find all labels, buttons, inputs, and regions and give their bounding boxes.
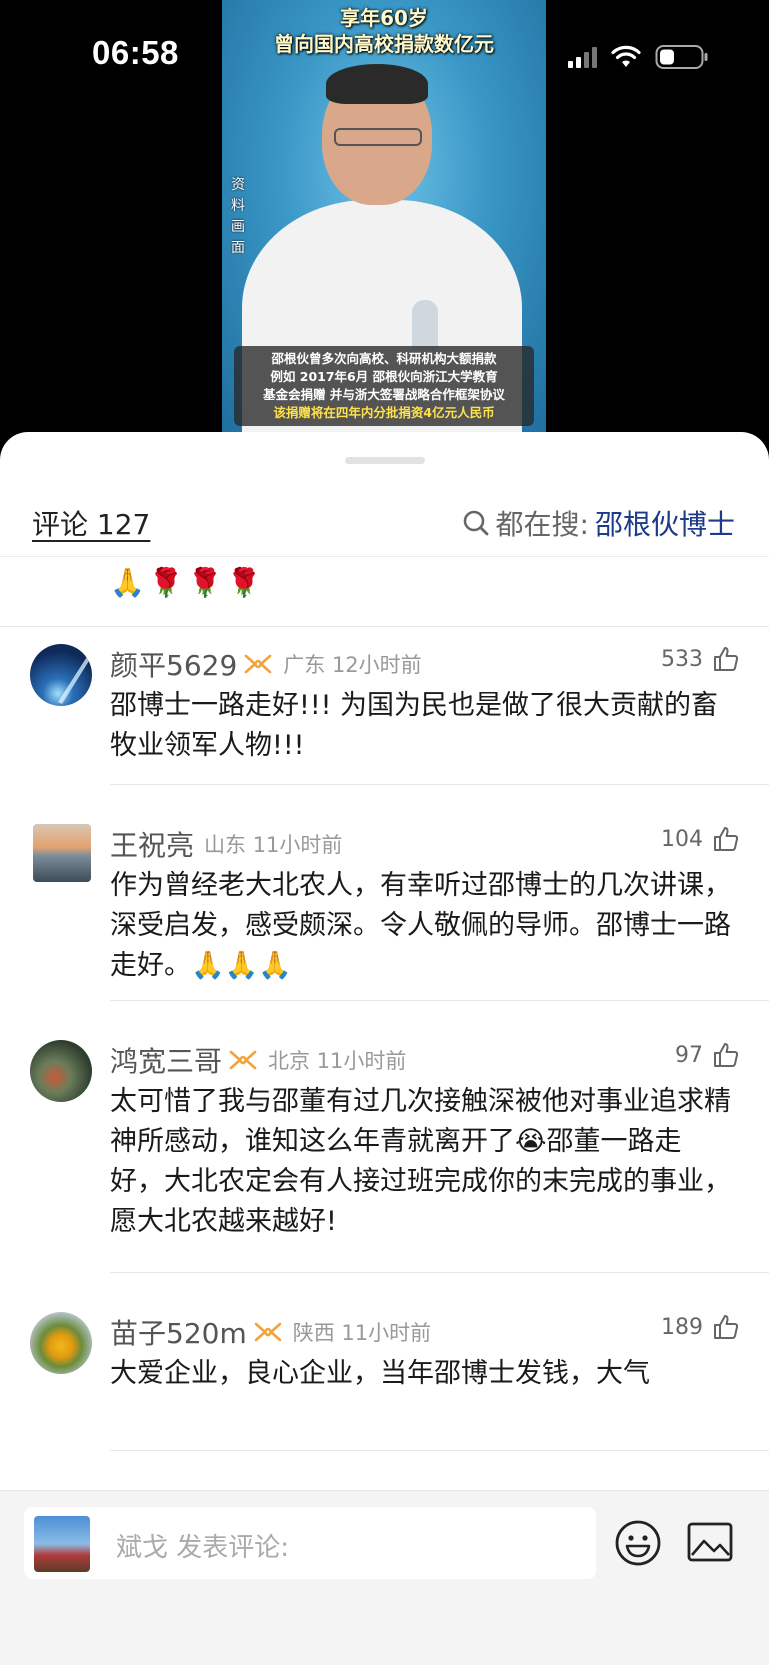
caption-line: 该捐赠将在四年内分批捐资4亿元人民币 bbox=[273, 405, 495, 420]
comment-meta: 王祝亮 山东 11小时前 bbox=[110, 824, 342, 864]
divider bbox=[110, 1450, 769, 1451]
search-term[interactable]: 邵根伙博士 bbox=[595, 503, 735, 543]
thumbs-up-icon bbox=[714, 1043, 739, 1067]
video-player[interactable]: 享年60岁 曾向国内高校捐款数亿元 资 料 画 面 邵根伙曾多次向高校、科研机构… bbox=[0, 0, 769, 440]
like-button[interactable]: 533 bbox=[661, 646, 739, 672]
comment-location-time: 陕西 11小时前 bbox=[292, 1321, 432, 1345]
like-count: 97 bbox=[675, 1042, 703, 1068]
side-note-char: 画 bbox=[231, 219, 245, 235]
sheet-drag-handle[interactable] bbox=[345, 457, 425, 464]
status-icons bbox=[568, 42, 709, 72]
divider bbox=[0, 626, 769, 627]
thumbs-up-icon bbox=[714, 1315, 739, 1339]
search-icon bbox=[463, 510, 488, 536]
wifi-icon bbox=[611, 45, 641, 67]
avatar-beam-image bbox=[58, 652, 92, 704]
my-avatar bbox=[34, 1516, 90, 1572]
speaker-hair bbox=[326, 64, 428, 104]
image-icon[interactable] bbox=[686, 1521, 734, 1565]
comment-meta: 鸿宽三哥 北京 11小时前 bbox=[110, 1040, 406, 1080]
comment-location-time: 广东 12小时前 bbox=[283, 653, 422, 677]
microphone bbox=[412, 300, 438, 350]
caption-line: 基金会捐赠 并与浙大签署战略合作框架协议 bbox=[263, 387, 505, 402]
comment-placeholder: 斌戈 发表评论: bbox=[116, 1533, 290, 1563]
battery-icon bbox=[655, 45, 708, 69]
thumbs-up-icon bbox=[714, 647, 739, 671]
caption-line: 例如 2017年6月 邵根伙向浙江大学教育 bbox=[270, 369, 498, 384]
divider bbox=[110, 784, 769, 785]
speaker-glasses bbox=[334, 128, 422, 146]
video-title-line2: 曾向国内高校捐款数亿元 bbox=[274, 32, 494, 56]
side-note-char: 料 bbox=[231, 198, 245, 214]
rose-emoji: 🌹 bbox=[187, 566, 223, 599]
rose-emoji: 🌹 bbox=[148, 566, 184, 599]
status-time: 06:58 bbox=[92, 34, 179, 71]
comment-item[interactable]: 苗子520m 陕西 11小时前 189 大爱企业，良心企业，当年邵博士发钱，大气 bbox=[0, 1308, 769, 1428]
comment-location-time: 山东 11小时前 bbox=[204, 833, 343, 857]
comment-author[interactable]: 颜平5629 bbox=[110, 644, 237, 684]
user-badge-icon bbox=[254, 1322, 282, 1342]
archive-footage-note: 资 料 画 面 bbox=[230, 175, 246, 259]
avatar[interactable] bbox=[30, 644, 92, 706]
emoji-icon[interactable] bbox=[614, 1519, 662, 1567]
side-note-char: 面 bbox=[231, 240, 245, 256]
comments-count-tab[interactable]: 评论 127 bbox=[32, 503, 150, 543]
video-title-line1: 享年60岁 bbox=[340, 6, 428, 30]
avatar[interactable] bbox=[30, 1312, 92, 1374]
video-caption-box: 邵根伙曾多次向高校、科研机构大额捐款 例如 2017年6月 邵根伙向浙江大学教育… bbox=[234, 346, 534, 426]
like-count: 104 bbox=[661, 826, 703, 852]
like-button[interactable]: 97 bbox=[675, 1042, 739, 1068]
trending-search-link[interactable]: 都在搜: 邵根伙博士 bbox=[462, 503, 735, 543]
video-frame[interactable]: 享年60岁 曾向国内高校捐款数亿元 资 料 画 面 邵根伙曾多次向高校、科研机构… bbox=[222, 0, 546, 432]
thumbs-up-icon bbox=[714, 827, 739, 851]
cellular-signal-icon bbox=[568, 46, 597, 68]
like-button[interactable]: 189 bbox=[661, 1314, 739, 1340]
avatar[interactable] bbox=[33, 824, 91, 882]
comment-item[interactable]: 颜平5629 广东 12小时前 533 邵博士一路走好!!! 为国为民也是做了很… bbox=[0, 640, 769, 780]
divider bbox=[110, 1272, 769, 1273]
comment-author[interactable]: 苗子520m bbox=[110, 1312, 247, 1352]
side-note-char: 资 bbox=[231, 177, 245, 193]
comment-meta: 苗子520m 陕西 11小时前 bbox=[110, 1312, 431, 1352]
divider bbox=[110, 1000, 769, 1001]
like-button[interactable]: 104 bbox=[661, 826, 739, 852]
like-count: 189 bbox=[661, 1314, 703, 1340]
user-badge-icon bbox=[229, 1050, 257, 1070]
comment-author[interactable]: 王祝亮 bbox=[110, 824, 194, 864]
comment-item[interactable]: 鸿宽三哥 北京 11小时前 97 太可惜了我与邵董有过几次接触深被他对事业追求精… bbox=[0, 1036, 769, 1266]
comment-author[interactable]: 鸿宽三哥 bbox=[110, 1040, 222, 1080]
search-label: 都在搜: bbox=[495, 508, 589, 541]
comment-text: 邵博士一路走好!!! 为国为民也是做了很大贡献的畜牧业领军人物!!! bbox=[110, 690, 719, 761]
rose-emoji: 🌹 bbox=[226, 566, 262, 599]
comment-text: 太可惜了我与邵董有过几次接触深被他对事业追求精神所感动，谁知这么年青就离开了😭邵… bbox=[110, 1086, 731, 1237]
comment-item[interactable]: 王祝亮 山东 11小时前 104 作为曾经老大北农人，有幸听过邵博士的几次讲课，… bbox=[0, 820, 769, 1010]
caption-line: 邵根伙曾多次向高校、科研机构大额捐款 bbox=[271, 351, 497, 366]
comment-input-bar: 斌戈 发表评论: bbox=[0, 1490, 769, 1665]
pray-emoji: 🙏 bbox=[110, 566, 145, 599]
comment-location-time: 北京 11小时前 bbox=[268, 1049, 407, 1073]
partial-comment-emojis: 🙏 🌹 🌹 🌹 bbox=[110, 566, 262, 599]
like-count: 533 bbox=[661, 646, 703, 672]
comment-input[interactable]: 斌戈 发表评论: bbox=[24, 1507, 596, 1579]
avatar[interactable] bbox=[30, 1040, 92, 1102]
comment-text: 作为曾经老大北农人，有幸听过邵博士的几次讲课，深受启发，感受颇深。令人敬佩的导师… bbox=[110, 870, 731, 981]
comments-sheet: 评论 127 都在搜: 邵根伙博士 🙏 🌹 🌹 🌹 颜平5629 广东 12小时… bbox=[0, 432, 769, 1665]
user-badge-icon bbox=[244, 654, 272, 674]
comment-text: 大爱企业，良心企业，当年邵博士发钱，大气 bbox=[110, 1358, 650, 1389]
comment-meta: 颜平5629 广东 12小时前 bbox=[110, 644, 422, 684]
comment-list[interactable]: 🙏 🌹 🌹 🌹 颜平5629 广东 12小时前 533 邵博士一路走好!!! 为… bbox=[0, 558, 769, 1478]
comments-header: 评论 127 都在搜: 邵根伙博士 bbox=[0, 487, 769, 557]
